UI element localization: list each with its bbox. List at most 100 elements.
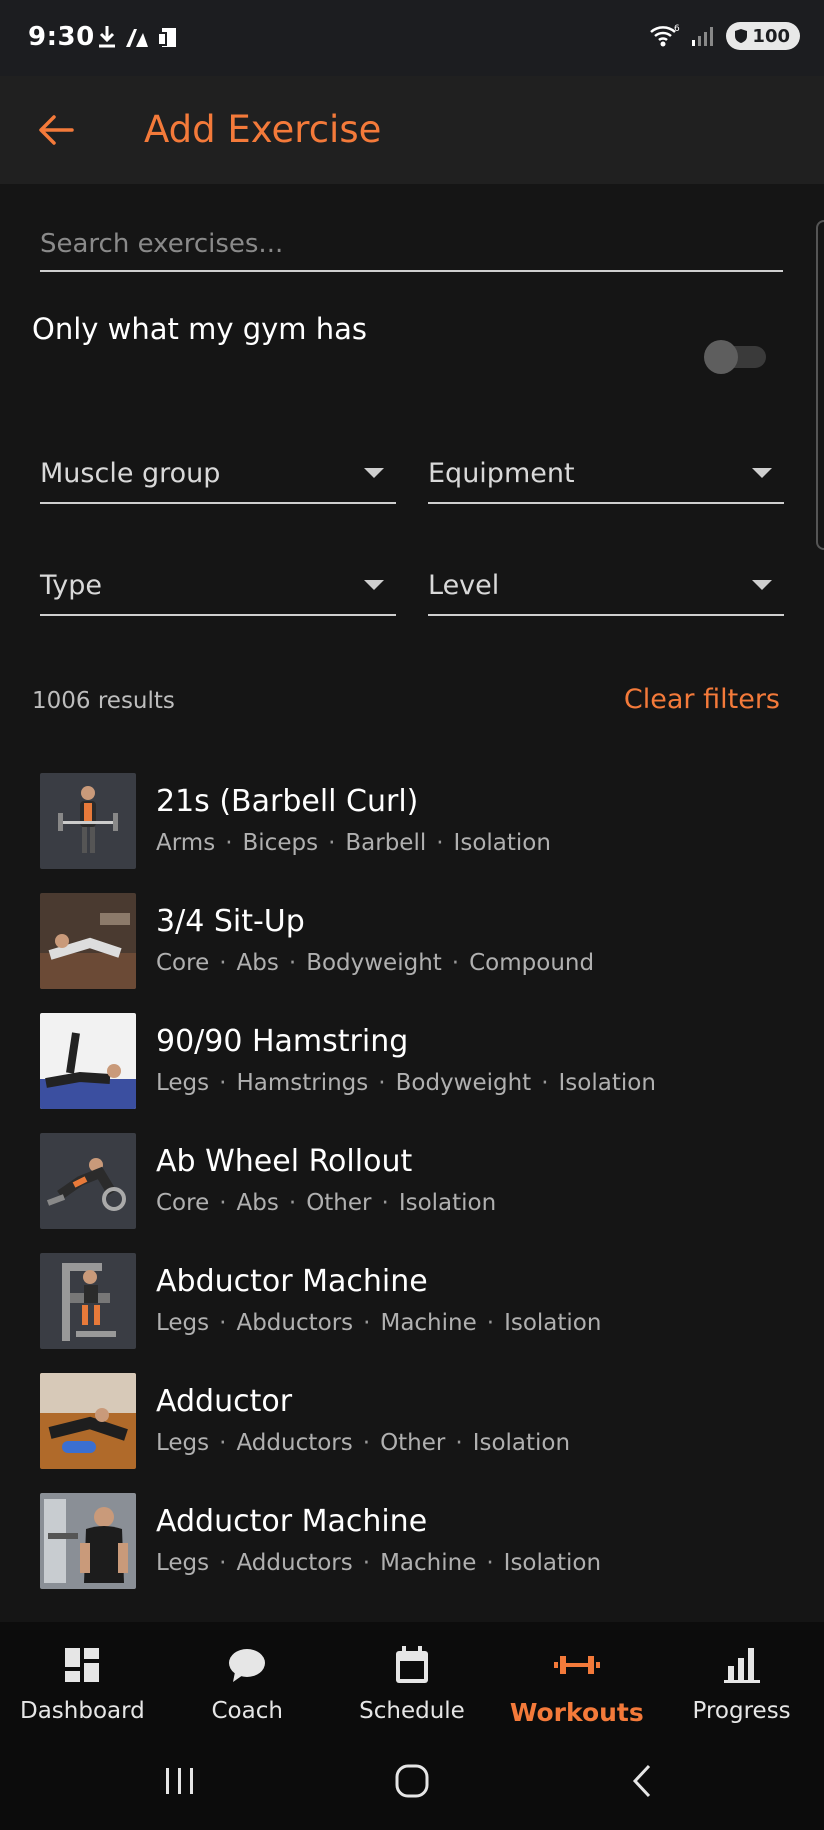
exercise-list: 21s (Barbell Curl) Arms · Biceps · Barbell · I… (0, 768, 824, 1608)
exercise-tags: Legs · Adductors · Machine · Isolation (156, 1550, 602, 1576)
gym-filter-toggle[interactable] (704, 340, 770, 374)
tag: Legs (156, 1070, 210, 1096)
svg-text:6: 6 (674, 24, 680, 34)
bar-chart-icon (723, 1642, 760, 1688)
arrow-left-icon (39, 115, 74, 145)
clear-filters-button[interactable]: Clear filters (624, 684, 780, 715)
exercise-tags: Legs · Hamstrings · Bodyweight · Isolation (156, 1070, 656, 1096)
nav-schedule[interactable]: Schedule (330, 1622, 495, 1732)
status-bar: 9:30 6 100 (0, 0, 824, 76)
muscle-group-dropdown[interactable]: Muscle group (40, 444, 396, 504)
battery-level: 100 (752, 25, 790, 47)
home-button[interactable] (382, 1754, 442, 1808)
exercise-name: Adductor Machine (156, 1504, 428, 1539)
nav-label: Workouts (509, 1698, 644, 1727)
type-dropdown[interactable]: Type (40, 556, 396, 616)
tag: Isolation (398, 1190, 497, 1216)
exercise-name: Abductor Machine (156, 1264, 428, 1299)
exercise-thumbnail (40, 1133, 136, 1229)
exercise-name: Adductor (156, 1384, 293, 1419)
search-input[interactable] (40, 220, 783, 268)
tag: Hamstrings (236, 1070, 369, 1096)
exercise-tags: Core · Abs · Bodyweight · Compound (156, 950, 595, 976)
tag: Legs (156, 1430, 210, 1456)
battery-indicator: 100 (726, 22, 800, 50)
exercise-thumbnail (40, 1013, 136, 1109)
dumbbell-icon (553, 1642, 600, 1688)
tag: Legs (156, 1310, 210, 1336)
nav-label: Coach (211, 1698, 283, 1724)
exercise-list-item[interactable]: 90/90 Hamstring Legs · Hamstrings · Bodyweig… (0, 1008, 824, 1128)
tag: Other (380, 1430, 446, 1456)
exercise-thumbnail (40, 893, 136, 989)
level-dropdown[interactable]: Level (428, 556, 784, 616)
calendar-icon (394, 1642, 430, 1688)
status-system-icons: 6 100 (648, 22, 800, 50)
chat-icon (227, 1642, 267, 1688)
exercise-list-item[interactable]: Adductor Machine Legs · Adductors · Machine ·… (0, 1488, 824, 1608)
tag: Core (156, 1190, 210, 1216)
exercise-tags: Arms · Biceps · Barbell · Isolation (156, 830, 551, 856)
nav-coach[interactable]: Coach (165, 1622, 330, 1732)
exercise-tags: Legs · Abductors · Machine · Isolation (156, 1310, 602, 1336)
tag: Abs (236, 950, 279, 976)
chevron-down-icon (752, 580, 772, 590)
tag: Other (306, 1190, 372, 1216)
scrollbar[interactable] (816, 220, 824, 550)
nav-workouts[interactable]: Workouts (494, 1622, 659, 1732)
tag: Machine (380, 1550, 477, 1576)
tag: Machine (380, 1310, 477, 1336)
type-label: Type (40, 569, 103, 601)
system-back-button[interactable] (612, 1754, 672, 1808)
tag: Core (156, 950, 210, 976)
equipment-dropdown[interactable]: Equipment (428, 444, 784, 504)
exercise-list-item[interactable]: 21s (Barbell Curl) Arms · Biceps · Barbell · I… (0, 768, 824, 888)
status-time: 9:30 (28, 22, 95, 52)
equipment-label: Equipment (428, 457, 575, 489)
nav-progress[interactable]: Progress (659, 1622, 824, 1732)
tag: Arms (156, 830, 216, 856)
tag: Bodyweight (306, 950, 442, 976)
chevron-down-icon (364, 468, 384, 478)
exercise-name: 21s (Barbell Curl) (156, 784, 419, 819)
chevron-left-icon (632, 1764, 651, 1798)
exercise-thumbnail (40, 1373, 136, 1469)
tag: Barbell (345, 830, 427, 856)
exercise-tags: Legs · Adductors · Other · Isolation (156, 1430, 571, 1456)
recent-apps-button[interactable] (150, 1754, 210, 1808)
tag: Adductors (236, 1550, 353, 1576)
dashboard-icon (63, 1642, 101, 1688)
shield-icon (735, 29, 748, 43)
tag: Abs (236, 1190, 279, 1216)
tag: Abductors (236, 1310, 354, 1336)
chevron-down-icon (364, 580, 384, 590)
tag: Isolation (504, 1310, 602, 1336)
tag: Isolation (558, 1070, 656, 1096)
app-bar: Add Exercise (0, 76, 824, 184)
exercise-name: 3/4 Sit-Up (156, 904, 305, 939)
home-icon (395, 1764, 429, 1798)
toggle-thumb (704, 340, 738, 374)
exercise-list-item[interactable]: Abductor Machine Legs · Abductors · Machine ·… (0, 1248, 824, 1368)
exercise-name: 90/90 Hamstring (156, 1024, 409, 1059)
exercise-list-item[interactable]: Adductor Legs · Adductors · Other · Isolation (0, 1368, 824, 1488)
exercise-list-item[interactable]: Ab Wheel Rollout Core · Abs · Other · Isolatio… (0, 1128, 824, 1248)
recent-apps-icon (166, 1768, 193, 1794)
page-title: Add Exercise (144, 108, 382, 151)
search-field[interactable] (40, 220, 783, 272)
nav-label: Progress (692, 1698, 791, 1724)
exercise-list-item[interactable]: 3/4 Sit-Up Core · Abs · Bodyweight · Compound (0, 888, 824, 1008)
signal-icon (692, 27, 714, 46)
clipboard-icon (157, 28, 176, 47)
nav-dashboard[interactable]: Dashboard (0, 1622, 165, 1732)
bottom-navigation: Dashboard Coach Schedule Workouts Progre… (0, 1622, 824, 1732)
tag: Isolation (503, 1550, 602, 1576)
exercise-thumbnail (40, 1493, 136, 1589)
back-button[interactable] (26, 100, 86, 160)
exercise-thumbnail (40, 1253, 136, 1349)
exercise-name: Ab Wheel Rollout (156, 1144, 413, 1179)
muscle-group-label: Muscle group (40, 457, 221, 489)
level-label: Level (428, 569, 500, 601)
tag: Biceps (242, 830, 319, 856)
tag: Adductors (236, 1430, 353, 1456)
